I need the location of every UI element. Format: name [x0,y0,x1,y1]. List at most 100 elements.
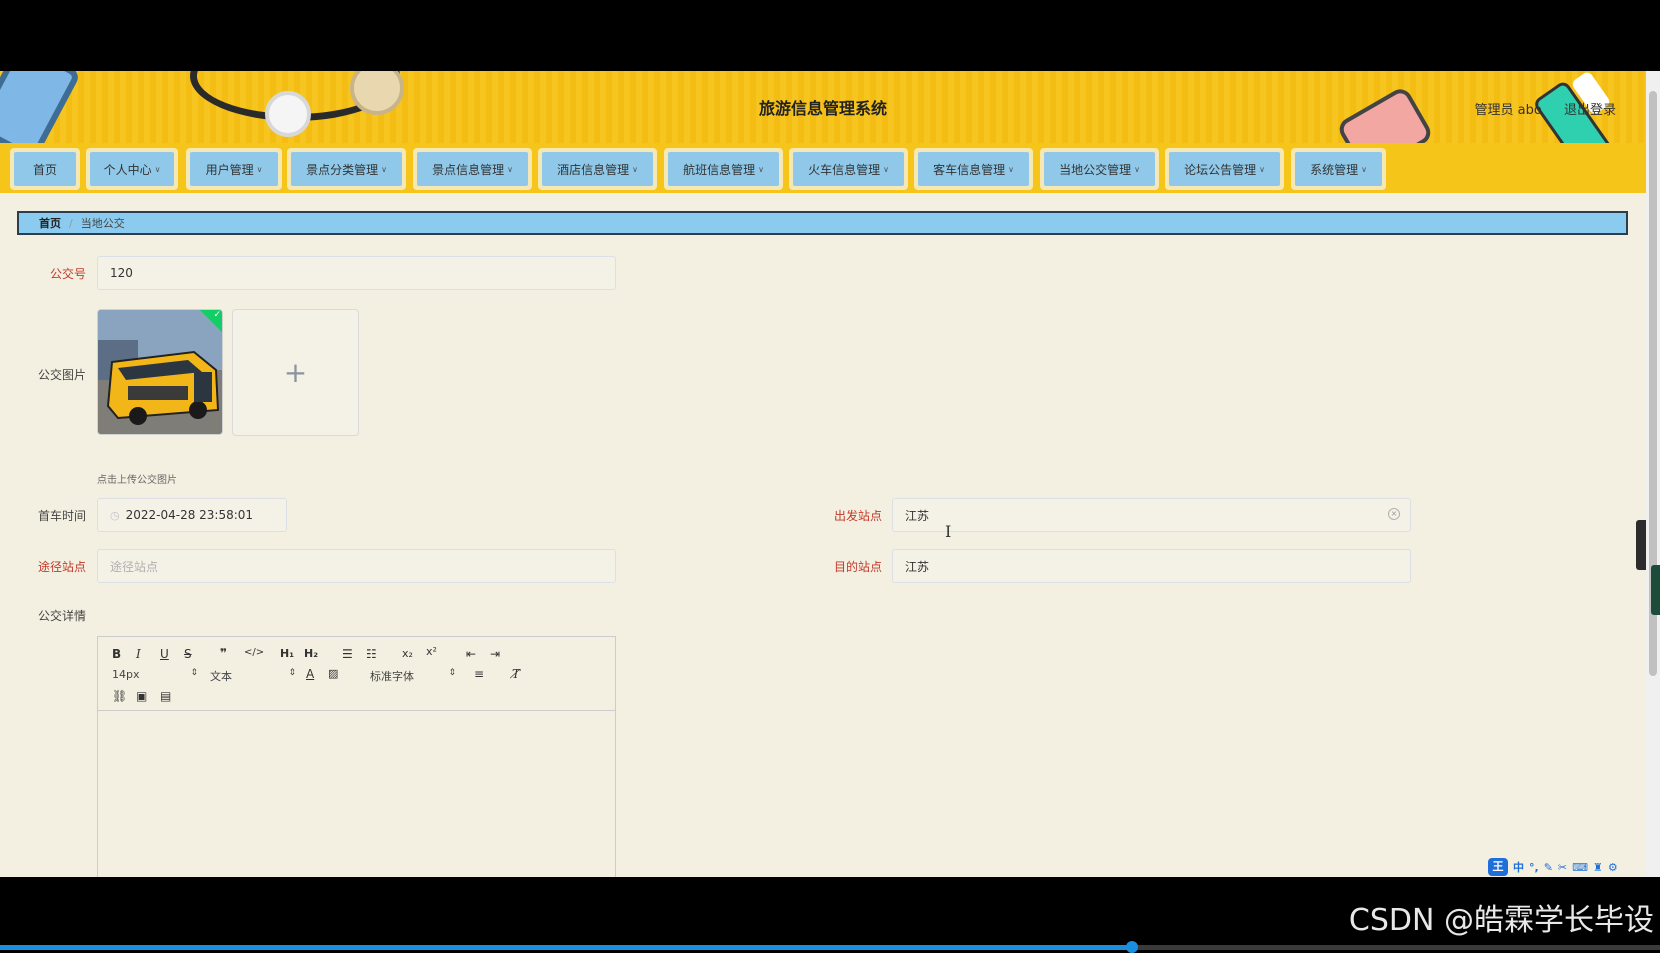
ime-toolbar[interactable]: 王 中 °, ✎ ✂ ⌨ ♜ ⚙ [1488,857,1618,877]
via-placeholder: 途径站点 [110,559,159,574]
blockquote-icon[interactable]: ❞ [220,646,227,660]
bus-no-value: 120 [110,266,133,280]
user-label: 管理员 abo [1474,103,1542,118]
outdent-icon[interactable]: ⇤ [466,647,476,661]
first-time-value: 2022-04-28 23:58:01 [125,508,254,522]
punctuation-icon[interactable]: °, [1529,861,1539,874]
nav-item-system[interactable]: 系统管理 ∨ [1291,148,1386,190]
bullet-list-icon[interactable]: ☷ [366,647,377,661]
link-icon[interactable]: ⛓ [112,689,127,703]
ime-logo[interactable]: 王 [1488,858,1508,876]
font-color-icon[interactable]: A [306,667,314,681]
detail-label: 公交详情 [37,609,86,623]
chevron-down-icon: ∨ [632,164,638,174]
nav-label: 用户管理 [205,162,254,177]
via-label: 途径站点 [37,560,86,574]
heading1-icon[interactable]: H₁ [280,647,294,660]
nav-label: 酒店信息管理 [557,162,630,177]
breadcrumb: 首页 / 当地公交 [17,211,1628,235]
heading-select[interactable]: 文本 ⇕ [210,668,296,684]
breadcrumb-home[interactable]: 首页 [39,215,61,231]
check-icon: ✓ [213,310,221,320]
pen-icon[interactable]: ✎ [1544,861,1553,874]
departure-input[interactable]: 江苏 × [892,498,1411,532]
app-window: 旅游信息管理系统 管理员 abo 退出登录 首页 个人中心 ∨ 用户管理 ∨ 景点分… [0,71,1646,877]
departure-value: 江苏 [905,508,930,523]
gear-icon[interactable]: ⚙ [1608,861,1618,874]
scissors-icon[interactable]: ✂ [1558,861,1567,874]
nav-item-scenic-category[interactable]: 景点分类管理 ∨ [287,148,406,190]
font-size-value: 14px [112,668,140,681]
heading-value: 文本 [210,670,232,683]
shirt-icon[interactable]: ♜ [1593,861,1603,874]
nav-label: 火车信息管理 [808,162,881,177]
nav-item-personal-center[interactable]: 个人中心 ∨ [86,148,178,190]
video-progress-knob[interactable] [1126,941,1139,953]
video-icon[interactable]: ▤ [160,689,171,703]
bus-photo [98,310,222,434]
destination-input[interactable]: 江苏 [892,549,1411,583]
header: 旅游信息管理系统 管理员 abo 退出登录 [0,71,1646,143]
ordered-list-icon[interactable]: ☰ [342,647,353,661]
chevron-down-icon: ∨ [154,164,161,174]
bus-no-input[interactable]: 120 [97,256,616,290]
font-family-select[interactable]: 标准字体 ⇕ [370,668,456,684]
bold-icon[interactable]: B [112,647,121,661]
nav-item-hotel-info[interactable]: 酒店信息管理 ∨ [538,148,657,190]
image-icon[interactable]: ▣ [136,689,147,703]
ime-mode[interactable]: 中 [1513,859,1524,875]
user-area: 管理员 abo 退出登录 [1457,99,1616,118]
destination-label: 目的站点 [833,560,882,574]
video-progress-bar[interactable] [0,941,1660,953]
clock-icon: ◷ [110,508,120,522]
nav-item-scenic-info[interactable]: 景点信息管理 ∨ [413,148,532,190]
nav-item-home[interactable]: 首页 [10,148,80,190]
plus-icon: + [283,356,308,389]
first-time-label: 首车时间 [37,509,86,523]
nav-label: 系统管理 [1310,162,1359,177]
font-size-select[interactable]: 14px ⇕ [112,668,198,681]
chevron-down-icon: ∨ [1134,164,1140,174]
nav-label: 景点分类管理 [306,162,379,177]
italic-icon[interactable]: I [136,647,141,661]
bus-image-thumbnail[interactable]: ✓ [97,309,223,435]
nav-label: 当地公交管理 [1059,162,1132,177]
strikethrough-icon[interactable]: S [184,647,192,661]
destination-value: 江苏 [905,559,930,574]
underline-icon[interactable]: U [160,647,169,661]
clear-icon[interactable]: × [1388,508,1400,520]
image-upload-hint: 点击上传公交图片 [97,475,177,486]
nav-item-forum-notice[interactable]: 论坛公告管理 ∨ [1165,148,1284,190]
font-family-value: 标准字体 [370,670,414,683]
page-scrollbar[interactable] [1646,71,1660,877]
nav-item-flight-info[interactable]: 航班信息管理 ∨ [664,148,783,190]
side-panel-toggle[interactable]: › [1636,520,1646,570]
first-time-picker[interactable]: ◷ 2022-04-28 23:58:01 [97,498,287,532]
nav-label: 论坛公告管理 [1184,162,1257,177]
bus-image-label: 公交图片 [37,368,86,382]
nav-item-train-info[interactable]: 火车信息管理 ∨ [789,148,908,190]
align-icon[interactable]: ≡ [474,667,484,681]
top-nav: 首页 个人中心 ∨ 用户管理 ∨ 景点分类管理 ∨ 景点信息管理 ∨ 酒店信息管理 ∨ 航… [0,143,1646,193]
floating-tab[interactable] [1651,565,1660,615]
subscript-icon[interactable]: x₂ [402,647,413,660]
select-arrow-icon: ⇕ [190,668,198,678]
chevron-down-icon: ∨ [883,164,889,174]
nav-label: 景点信息管理 [432,162,505,177]
indent-icon[interactable]: ⇥ [490,647,500,661]
nav-item-user-mgmt[interactable]: 用户管理 ∨ [186,148,282,190]
video-progress-fill [0,945,1133,950]
heading2-icon[interactable]: H₂ [304,647,318,660]
logout-link[interactable]: 退出登录 [1564,103,1616,118]
nav-label: 航班信息管理 [683,162,756,177]
code-icon[interactable]: </> [244,647,264,658]
via-input[interactable]: 途径站点 [97,549,616,583]
clear-format-icon[interactable]: T̸ [512,667,520,681]
nav-item-coach-info[interactable]: 客车信息管理 ∨ [914,148,1033,190]
keyboard-icon[interactable]: ⌨ [1572,861,1588,874]
nav-item-local-bus[interactable]: 当地公交管理 ∨ [1040,148,1159,190]
background-color-icon[interactable]: ▨ [328,667,338,680]
image-upload-button[interactable]: + [232,309,359,436]
superscript-icon[interactable]: x² [426,645,437,658]
select-arrow-icon: ⇕ [448,668,456,678]
